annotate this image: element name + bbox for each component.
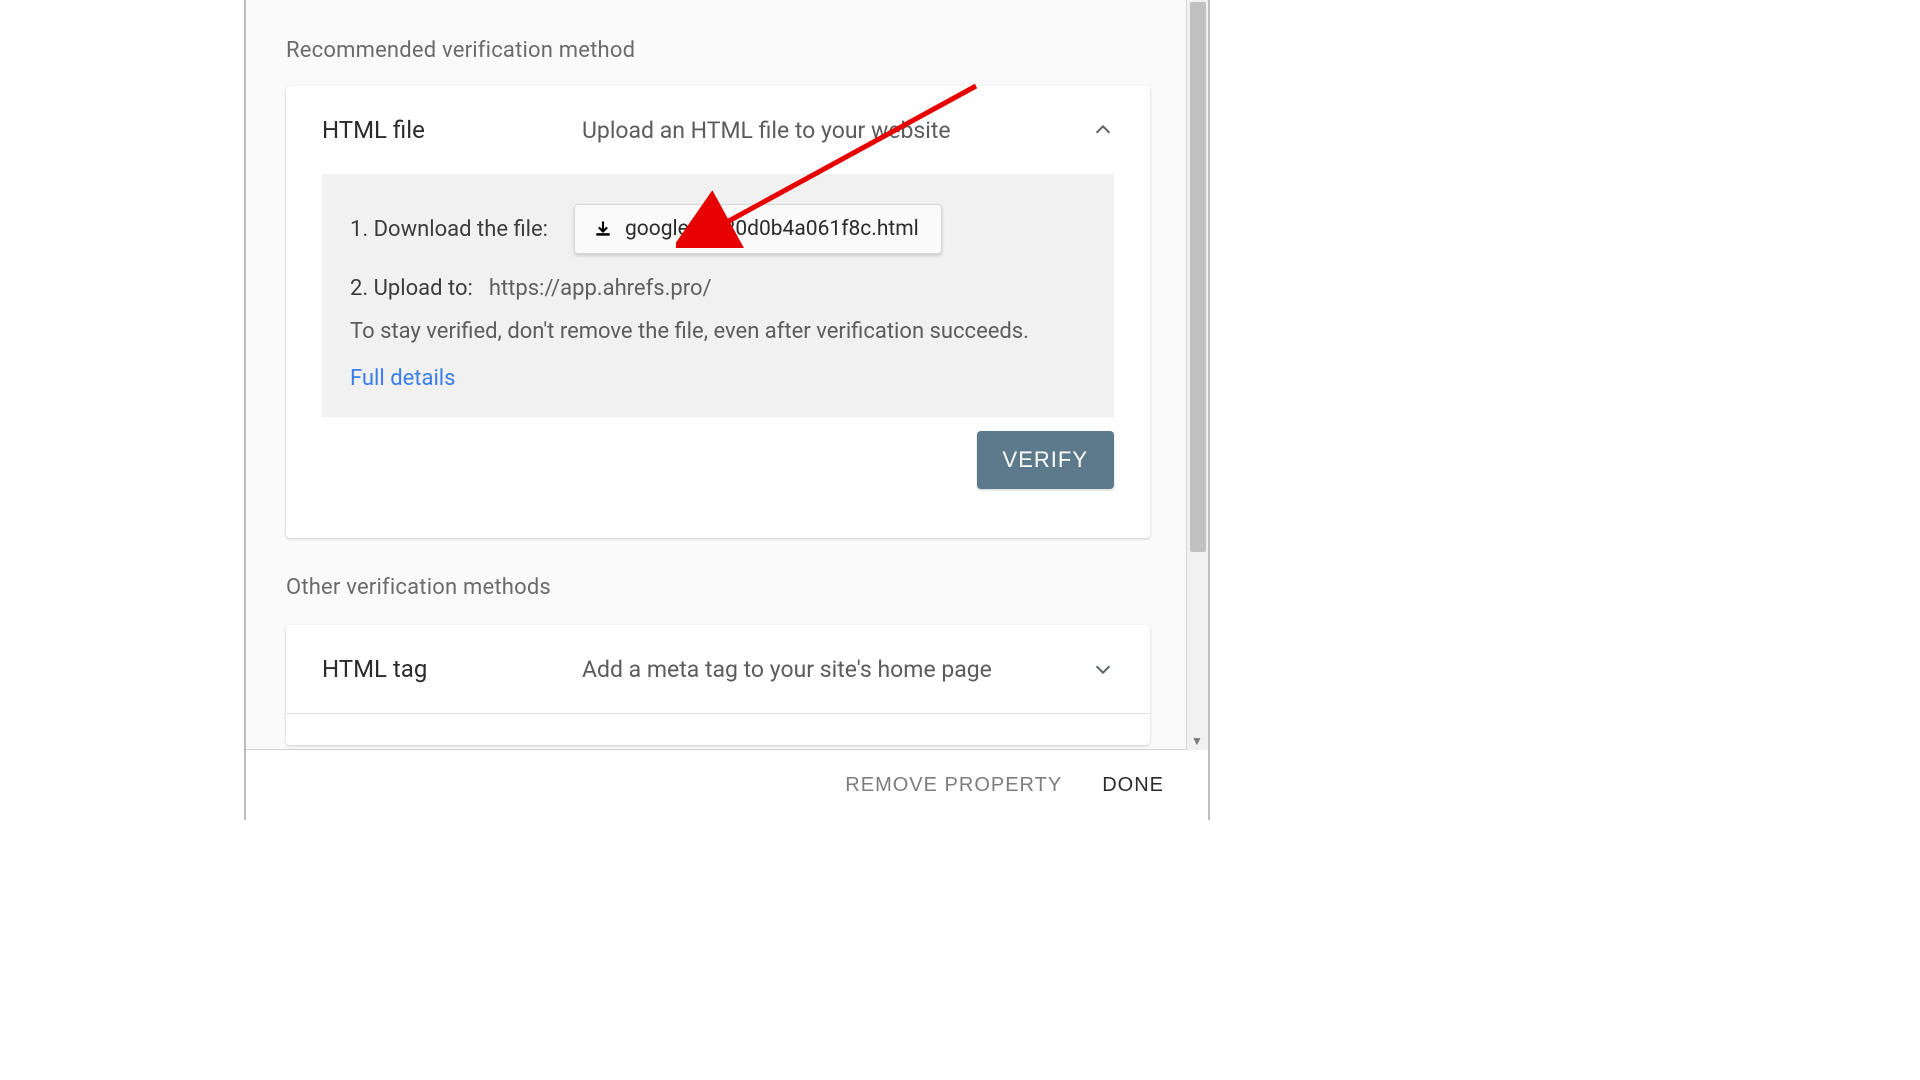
verify-row: VERIFY bbox=[286, 417, 1150, 489]
done-button[interactable]: DONE bbox=[1102, 774, 1164, 797]
html-file-card-header[interactable]: HTML file Upload an HTML file to your we… bbox=[286, 86, 1150, 174]
verify-button[interactable]: VERIFY bbox=[977, 431, 1114, 489]
html-file-desc: Upload an HTML file to your website bbox=[582, 117, 1088, 144]
html-tag-title: HTML tag bbox=[322, 655, 582, 683]
download-file-button[interactable]: google15e20d0b4a061f8c.html bbox=[574, 204, 942, 254]
chevron-up-icon[interactable] bbox=[1088, 115, 1118, 145]
chevron-down-icon[interactable] bbox=[1088, 654, 1118, 684]
other-section-label: Other verification methods bbox=[286, 575, 551, 600]
step-upload: 2. Upload to: https://app.ahrefs.pro/ bbox=[350, 276, 1086, 301]
scrollbar-track[interactable]: ▲ ▼ bbox=[1186, 0, 1208, 750]
full-details-link[interactable]: Full details bbox=[350, 366, 456, 391]
download-filename: google15e20d0b4a061f8c.html bbox=[625, 217, 919, 241]
download-icon bbox=[593, 219, 613, 239]
scrollbar-thumb[interactable] bbox=[1190, 2, 1206, 552]
scroll-down-icon[interactable]: ▼ bbox=[1186, 732, 1208, 750]
remove-property-button[interactable]: REMOVE PROPERTY bbox=[845, 774, 1062, 797]
html-tag-card: HTML tag Add a meta tag to your site's h… bbox=[286, 625, 1150, 745]
step1-label: 1. Download the file: bbox=[350, 217, 548, 242]
step2-label: 2. Upload to: bbox=[350, 276, 473, 301]
card-divider bbox=[286, 713, 1150, 714]
step-download: 1. Download the file: google15e20d0b4a06… bbox=[350, 204, 1086, 254]
html-file-card: HTML file Upload an HTML file to your we… bbox=[286, 86, 1150, 538]
html-tag-card-header[interactable]: HTML tag Add a meta tag to your site's h… bbox=[286, 625, 1150, 713]
html-file-title: HTML file bbox=[322, 116, 582, 144]
recommended-section-label: Recommended verification method bbox=[286, 38, 635, 63]
verification-dialog: Recommended verification method HTML fil… bbox=[244, 0, 1210, 820]
html-file-panel: 1. Download the file: google15e20d0b4a06… bbox=[322, 174, 1114, 417]
step2-target-url: https://app.ahrefs.pro/ bbox=[489, 276, 712, 301]
dialog-footer: REMOVE PROPERTY DONE bbox=[246, 750, 1208, 820]
html-tag-desc: Add a meta tag to your site's home page bbox=[582, 656, 1088, 683]
verify-note: To stay verified, don't remove the file,… bbox=[350, 319, 1086, 344]
dialog-scroll-body: Recommended verification method HTML fil… bbox=[246, 0, 1186, 750]
